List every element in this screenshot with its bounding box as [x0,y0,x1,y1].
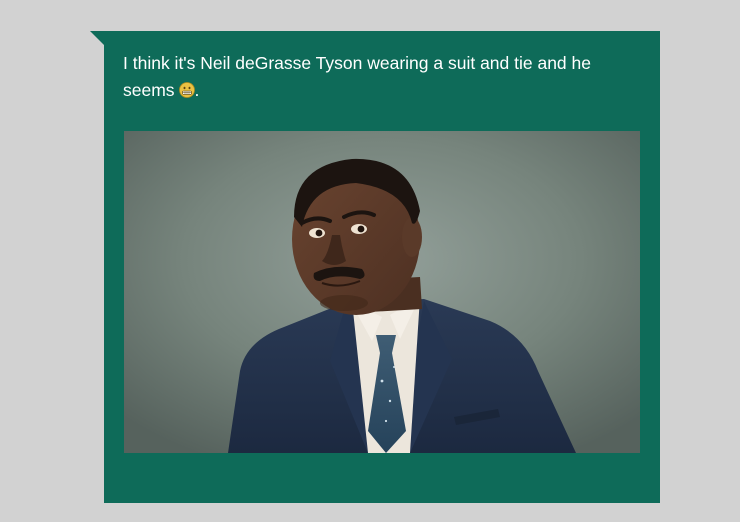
message-text: I think it's Neil deGrasse Tyson wearing… [123,50,643,104]
bubble-tail [90,31,104,45]
chat-canvas: I think it's Neil deGrasse Tyson wearing… [0,0,740,522]
attached-photo[interactable] [124,131,640,453]
portrait-illustration [124,131,640,453]
message-bubble: I think it's Neil deGrasse Tyson wearing… [90,31,660,503]
message-punctuation: . [194,80,200,100]
grimacing-face-icon [178,79,195,98]
